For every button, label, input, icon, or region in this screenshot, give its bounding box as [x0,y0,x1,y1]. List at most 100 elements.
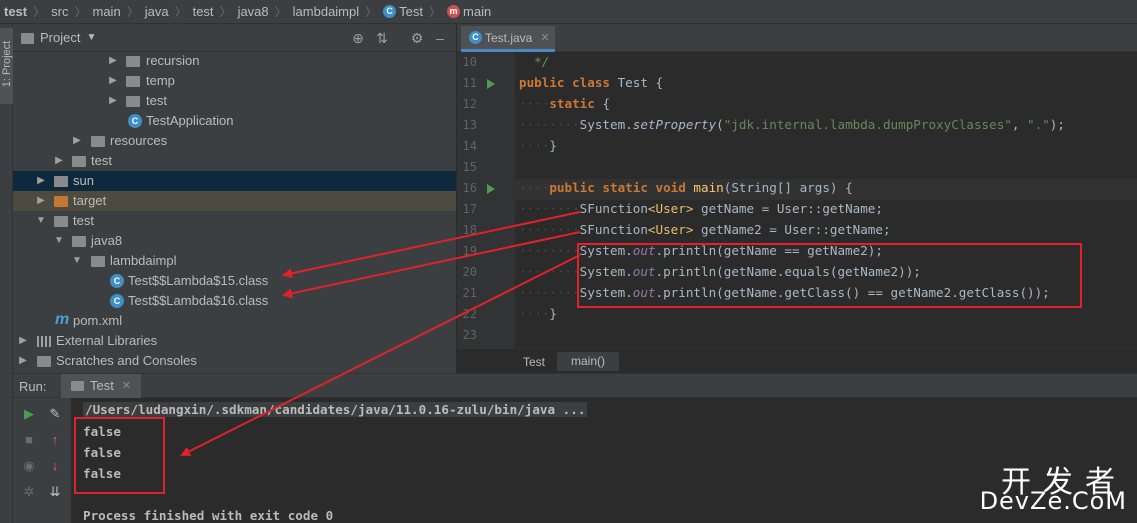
tree-item[interactable]: ▶ resources [13,131,456,151]
breadcrumb-item[interactable]: src [51,4,68,19]
line-number: 20 [462,265,477,279]
tree-item-label: lambdaimpl [110,253,177,268]
folder-icon [126,56,140,67]
resources-folder-icon [91,136,105,147]
tree-item[interactable]: C Test$$Lambda$16.class [13,291,456,311]
annotation-box-output [74,417,165,494]
run-tab-test[interactable]: Test ✕ [61,374,142,398]
run-tab-label: Test [90,378,114,393]
breadcrumb-item[interactable]: java8 [238,4,269,19]
close-icon[interactable]: ✕ [122,374,131,398]
chevron-right-icon[interactable]: ▶ [107,51,119,71]
chevron-down-icon[interactable]: ▼ [53,231,65,251]
project-tool-tab-label: 1: Project [1,40,13,88]
code-line: ········SFunction<User> getName2 = User:… [519,222,891,237]
tree-item[interactable]: ▶ External Libraries [13,331,456,351]
tree-item-excluded[interactable]: ▶ target [13,191,456,211]
chevron-down-icon[interactable]: ▼ [71,251,83,271]
chevron-right-icon[interactable]: ▶ [35,191,47,211]
tree-item-label: java8 [91,233,123,248]
watermark-en: DevZe.CoM [979,487,1127,515]
tree-item[interactable]: m pom.xml [13,311,456,331]
folder-icon [91,256,105,267]
tree-item-label: test [146,93,167,108]
breadcrumb-item[interactable]: test [193,4,214,19]
editor-crumb-class[interactable]: Test [523,355,545,369]
line-number: 17 [462,202,477,216]
folder-icon [126,96,140,107]
code-line: ····public static void main(String[] arg… [519,180,853,195]
chevron-right-icon[interactable]: ▶ [53,151,65,171]
tree-item[interactable]: ▶ recursion [13,51,456,71]
chevron-right-icon[interactable]: ▶ [71,131,83,151]
chevron-down-icon[interactable]: ▼ [86,32,96,43]
tree-item[interactable]: ▶ temp [13,71,456,91]
tree-item[interactable]: ▶ Scratches and Consoles [13,351,456,371]
project-tool-tab[interactable]: 1: Project [0,28,13,104]
editor-gutter: 10 11 12 13 14 15 16 17 18 19 20 21 22 2… [457,52,515,348]
folder-icon [21,33,34,44]
hide-panel-icon[interactable]: – [431,29,449,47]
editor-tab-test-java[interactable]: C Test.java ✕ [461,26,555,52]
rerun-icon[interactable]: ▶ [21,406,37,422]
method-icon: m [447,5,461,18]
class-icon: C [128,114,142,128]
folder-icon [126,76,140,87]
project-panel-header: Project ▼ ⊕ ⇅ ⚙ – [13,24,456,52]
locate-icon[interactable]: ⊕ [349,29,367,47]
line-number: 19 [462,244,477,258]
excluded-folder-icon [54,196,68,207]
tree-item-selected[interactable]: ▶ sun [13,171,456,191]
line-number: 14 [462,139,477,153]
line-number: 12 [462,97,477,111]
tree-item[interactable]: C Test$$Lambda$15.class [13,271,456,291]
tree-item[interactable]: ▶ test [13,151,456,171]
line-number: 23 [462,328,477,342]
project-view-selector[interactable]: Project [40,30,80,45]
run-gutter-icon[interactable] [487,184,495,194]
chevron-down-icon[interactable]: ▼ [35,211,47,231]
breadcrumb-item[interactable]: main [463,4,491,19]
console-command: /Users/ludangxin/.sdkman/candidates/java… [83,402,588,417]
tree-item[interactable]: ▶ test [13,91,456,111]
tree-item[interactable]: ▼ lambdaimpl [13,251,456,271]
line-number: 10 [462,55,477,69]
chevron-right-icon[interactable]: ▶ [35,171,47,191]
chevron-right-icon[interactable]: ▶ [107,71,119,91]
breadcrumb-item[interactable]: test [4,4,27,19]
maven-icon: m [55,311,70,328]
breadcrumb-item[interactable]: Test [399,4,423,19]
up-arrow-icon[interactable]: ↑ [47,432,63,448]
tree-item[interactable]: C TestApplication [13,111,456,131]
tree-item[interactable]: ▼ test [13,211,456,231]
tree-item[interactable]: ▼ java8 [13,231,456,251]
editor-crumb-method[interactable]: main() [557,352,620,371]
breadcrumb-item[interactable]: java [145,4,169,19]
code-line: */ [534,54,550,69]
chevron-right-icon[interactable]: ▶ [17,351,29,371]
editor-tab-bar: C Test.java ✕ [457,24,1137,52]
run-panel-header: Run: Test ✕ [13,373,1137,398]
gear-icon[interactable]: ⚙ [408,29,426,47]
class-file-icon: C [110,274,124,288]
edit-config-icon[interactable]: ✎ [47,406,63,422]
collapse-all-icon[interactable]: ⇅ [373,29,391,47]
chevron-right-icon: 〉 [429,5,442,19]
sort-icon[interactable]: ⇊ [47,484,63,500]
folder-icon [54,216,68,227]
code-line: ····static { [519,96,611,111]
bug-icon[interactable]: ✲ [21,484,37,500]
breadcrumb-item[interactable]: lambdaimpl [293,4,359,19]
stop-icon[interactable]: ■ [21,432,37,448]
breadcrumb-item[interactable]: main [93,4,121,19]
tree-item-label: test [91,153,112,168]
tree-item-label: Scratches and Consoles [56,353,197,368]
down-arrow-icon[interactable]: ↓ [47,458,63,474]
run-gutter-icon[interactable] [487,79,495,89]
chevron-right-icon: 〉 [219,5,232,19]
chevron-right-icon: 〉 [74,5,87,19]
chevron-right-icon[interactable]: ▶ [17,331,29,351]
chevron-right-icon[interactable]: ▶ [107,91,119,111]
close-icon[interactable]: ✕ [540,26,549,50]
camera-icon[interactable]: ◉ [21,458,37,474]
